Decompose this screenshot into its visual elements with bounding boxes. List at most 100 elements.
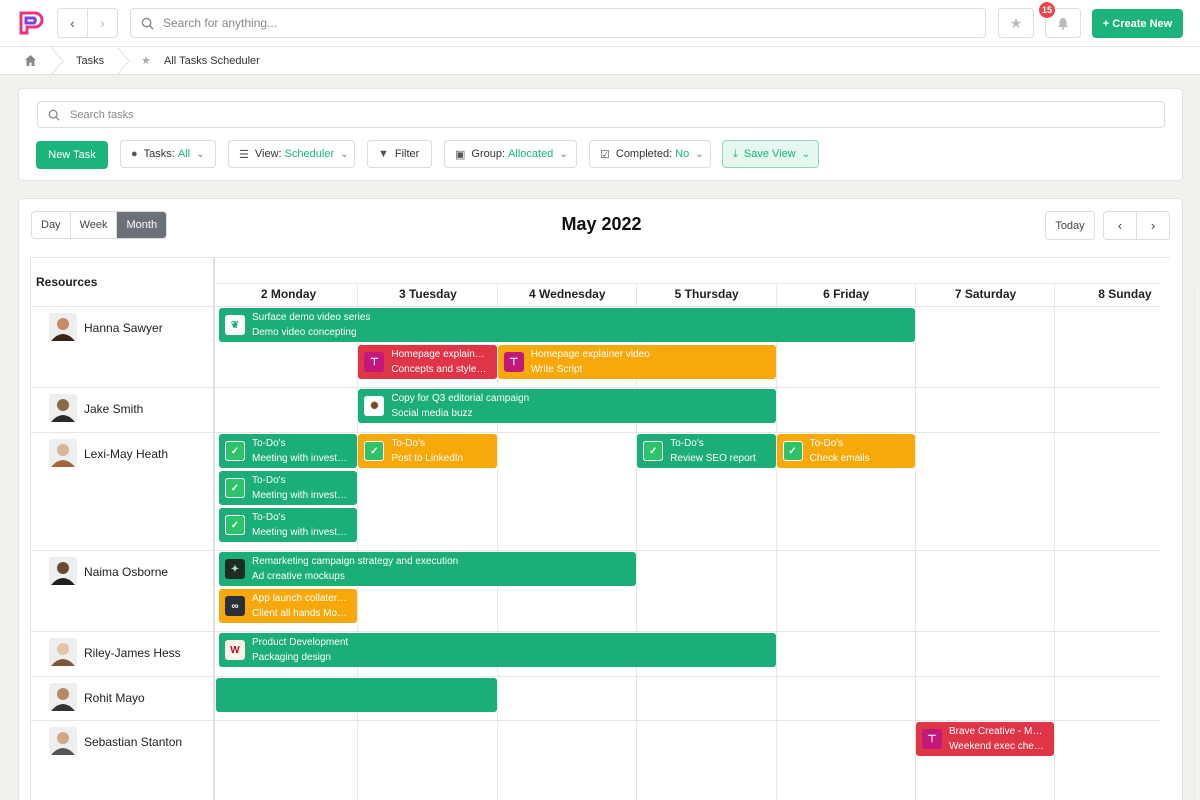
task-event-subtitle: Meeting with invest…	[252, 527, 348, 538]
day-header: 6 Friday	[823, 287, 870, 301]
favorites-button[interactable]: ★	[998, 8, 1034, 38]
check-icon: ✓	[364, 441, 385, 461]
resource-name[interactable]: Jake Smith	[84, 402, 143, 416]
create-new-button[interactable]: + Create New	[1092, 9, 1183, 38]
completed-value: No	[675, 148, 690, 160]
check-icon: ✓	[225, 478, 245, 498]
task-event-title: Homepage explainer video	[530, 349, 650, 360]
next-period-button[interactable]: ›	[1136, 212, 1169, 239]
grid-column-line	[775, 283, 777, 800]
brand-logo-icon: ⊤	[922, 729, 942, 749]
task-event-title: Brave Creative - M…	[949, 726, 1043, 737]
day-header: 5 Thursday	[674, 287, 739, 301]
task-event-subtitle: Meeting with invest…	[252, 453, 348, 464]
breadcrumb-separator-icon	[116, 47, 130, 75]
global-search-placeholder: Search for anything...	[163, 16, 278, 30]
check-icon: ✓	[782, 441, 803, 461]
save-view-button[interactable]: ⤓ Save View ⌄	[722, 140, 819, 168]
task-event[interactable]: ✓ To-Do's Meeting with invest…	[219, 508, 358, 542]
task-event[interactable]: W Product Development Packaging design	[219, 633, 776, 667]
task-event-subtitle: Write Script	[530, 364, 583, 375]
infinity-logo-icon: ∞	[225, 596, 245, 616]
bell-icon	[1058, 17, 1068, 30]
task-event[interactable]: ❦ Surface demo video series Demo video con…	[219, 308, 915, 342]
task-event-subtitle: Meeting with invest…	[252, 490, 348, 501]
completed-dropdown[interactable]: ☑ Completed: No ⌄	[589, 140, 711, 168]
breadcrumb-separator-icon	[50, 47, 64, 75]
task-event-title: To-Do's	[252, 512, 286, 523]
resource-name[interactable]: Rohit Mayo	[84, 691, 145, 705]
badge-logo-icon: ✺	[364, 396, 385, 416]
task-event[interactable]: ✓ To-Do's Post to LinkedIn	[358, 434, 497, 468]
check-icon: ✓	[225, 441, 245, 461]
task-search-input[interactable]: Search tasks	[37, 101, 1165, 128]
save-view-label: Save View	[743, 148, 796, 160]
task-event[interactable]: ✓ To-Do's Review SEO report	[637, 434, 776, 468]
day-header: 3 Tuesday	[398, 287, 457, 301]
back-button[interactable]: ‹	[58, 9, 87, 37]
task-event[interactable]: ✓ To-Do's Check emails	[776, 434, 915, 468]
check-icon: ✓	[643, 441, 664, 461]
today-button[interactable]: Today	[1045, 211, 1095, 240]
home-icon[interactable]	[24, 54, 37, 67]
task-event[interactable]: ✓ To-Do's Meeting with invest…	[219, 471, 358, 505]
previous-period-button[interactable]: ‹	[1104, 212, 1136, 239]
task-event-subtitle: Weekend exec che…	[949, 741, 1044, 752]
task-event[interactable]: ⊤ Homepage explainer video Write Script	[497, 345, 776, 379]
task-event[interactable]	[216, 678, 497, 712]
history-nav: ‹ ›	[57, 8, 118, 38]
day-header: 8 Sunday	[1098, 287, 1152, 301]
task-event[interactable]: ✺ Copy for Q3 editorial campaign Social me…	[358, 389, 776, 423]
task-event[interactable]: ⊤ Brave Creative - M… Weekend exec che…	[916, 722, 1055, 756]
grid-row-line	[30, 306, 1161, 307]
task-event-title: App launch collater…	[252, 593, 348, 604]
task-event-title: Surface demo video series	[252, 312, 371, 323]
task-event[interactable]: ✦ Remarketing campaign strategy and execu…	[219, 552, 637, 586]
chevron-down-icon: ⌄	[695, 148, 704, 160]
grid-row-line	[30, 676, 1161, 677]
resource-name[interactable]: Hanna Sawyer	[84, 321, 163, 335]
view-value: Scheduler	[284, 148, 335, 160]
task-search-placeholder: Search tasks	[70, 108, 134, 121]
task-event[interactable]: ∞ App launch collater… Client all hands Mo…	[219, 589, 358, 623]
forward-button[interactable]: ›	[87, 9, 117, 37]
resource-name[interactable]: Lexi-May Heath	[84, 447, 168, 461]
search-icon	[141, 17, 154, 30]
filter-button[interactable]: ▼ Filter	[367, 140, 432, 168]
group-label: Group:	[471, 148, 506, 160]
task-event-title: Remarketing campaign strategy and execut…	[252, 556, 459, 567]
resource-name[interactable]: Riley-James Hess	[84, 646, 181, 660]
check-circle-icon: ●	[131, 148, 138, 160]
new-task-button[interactable]: New Task	[36, 141, 108, 169]
task-event-subtitle: Concepts and style…	[391, 364, 487, 375]
resource-name[interactable]: Sebastian Stanton	[84, 735, 182, 749]
breadcrumb-tasks[interactable]: Tasks	[76, 55, 104, 67]
global-search-input[interactable]: Search for anything...	[130, 8, 986, 38]
avatar	[49, 638, 77, 666]
task-event-subtitle: Review SEO report	[670, 453, 756, 464]
task-event-subtitle: Demo video concepting	[252, 327, 357, 338]
filter-panel: Search tasks New Task ● Tasks: All ⌄ ☰ V…	[18, 88, 1183, 181]
avatar	[49, 683, 77, 711]
task-event-subtitle: Social media buzz	[391, 408, 473, 419]
view-dropdown[interactable]: ☰ View: Scheduler ⌄	[228, 140, 355, 168]
list-icon: ☰	[239, 148, 249, 161]
brand-logo-icon: ⊤	[503, 352, 524, 372]
star-icon[interactable]: ★	[141, 54, 151, 67]
avatar	[49, 727, 77, 755]
task-event-title: To-Do's	[809, 438, 844, 449]
resource-name[interactable]: Naima Osborne	[84, 565, 168, 579]
task-event[interactable]: ✓ To-Do's Meeting with invest…	[219, 434, 358, 468]
avatar	[49, 394, 77, 422]
tasks-filter-dropdown[interactable]: ● Tasks: All ⌄	[120, 140, 216, 168]
app-logo-icon[interactable]	[17, 9, 45, 37]
task-event[interactable]: ⊤ Homepage explain… Concepts and style…	[358, 345, 497, 379]
task-event-subtitle: Ad creative mockups	[252, 571, 345, 582]
breadcrumb-current-page: All Tasks Scheduler	[164, 55, 260, 67]
avatar	[49, 439, 77, 467]
group-dropdown[interactable]: ▣ Group: Allocated ⌄	[444, 140, 577, 168]
grid-row-line	[30, 550, 1161, 551]
task-event-title: To-Do's	[252, 475, 286, 486]
task-event-title: To-Do's	[391, 438, 425, 449]
group-value: Allocated	[508, 148, 554, 160]
